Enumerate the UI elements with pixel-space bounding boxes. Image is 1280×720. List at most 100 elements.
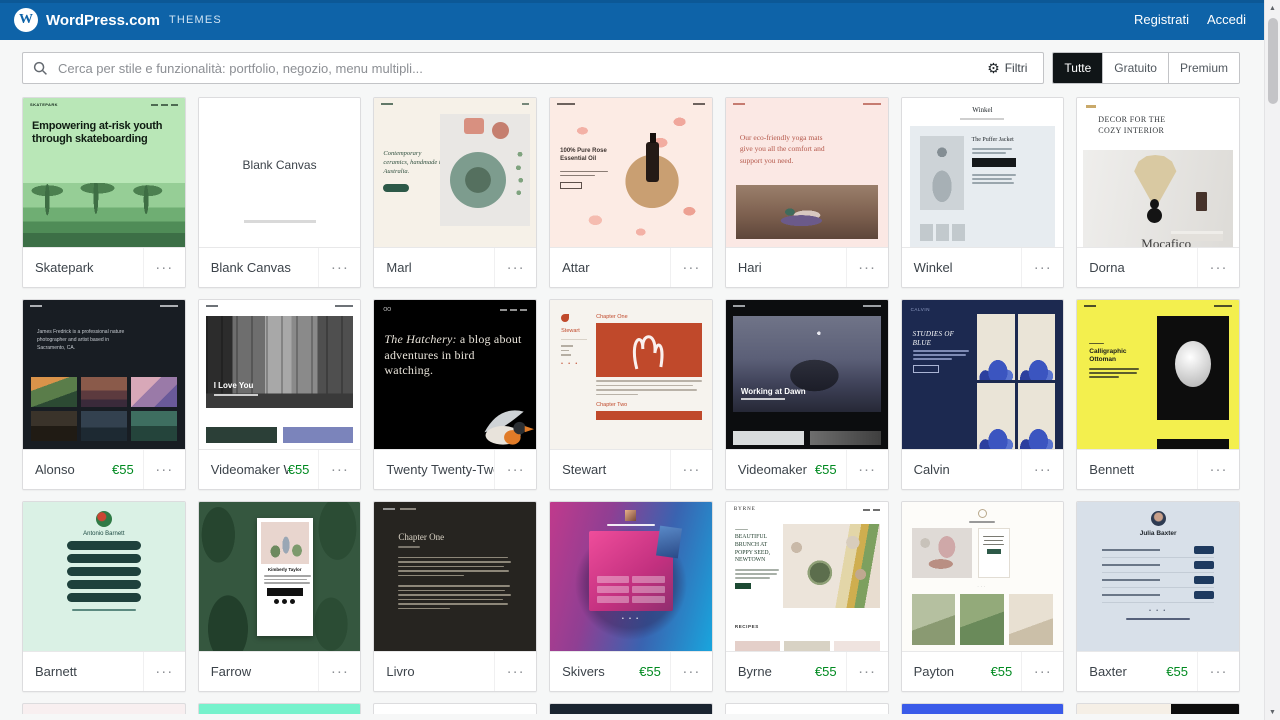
mh-bar [160, 305, 178, 307]
theme-card-footer: Baxter €55 ··· [1077, 652, 1239, 691]
theme-more-options-button[interactable]: ··· [670, 248, 712, 287]
theme-card-partial-6[interactable] [901, 703, 1065, 714]
theme-thumbnail-farrow[interactable]: Kimberly Taylor [199, 502, 361, 652]
i [597, 576, 630, 583]
theme-thumbnail-byrne[interactable]: BYRNE BEAUTIFUL BRUNCH AT POPPY SEED, NE… [726, 502, 888, 652]
theme-more-options-button[interactable]: ··· [846, 450, 888, 489]
theme-card-alonso: James Fredrick is a professional nature … [22, 299, 186, 490]
theme-thumbnail-videomaker[interactable]: Working at Dawn [726, 300, 888, 450]
tab-premium[interactable]: Premium [1168, 53, 1239, 83]
theme-thumbnail-attar[interactable]: 100% Pure Rose Essential Oil [550, 98, 712, 248]
link-row [1102, 573, 1214, 588]
theme-price: €55 [815, 664, 837, 679]
scroll-down-button[interactable]: ▼ [1265, 704, 1280, 720]
theme-thumbnail-skatepark[interactable]: SKATEPARK Empowering at-risk youth throu… [23, 98, 185, 248]
theme-card-footer: Payton €55 ··· [902, 652, 1064, 691]
yoga-photo-image [736, 185, 878, 239]
theme-thumbnail-videomaker-white[interactable]: I Love You [199, 300, 361, 450]
tab-all[interactable]: Tutte [1053, 53, 1102, 83]
theme-more-options-button[interactable]: ··· [1021, 450, 1063, 489]
search-input[interactable] [56, 60, 973, 77]
chapter-heading: Chapter One [596, 314, 702, 320]
theme-card-partial-4[interactable] [549, 703, 713, 714]
ln [596, 380, 702, 382]
theme-more-options-button[interactable]: ··· [846, 652, 888, 691]
profile-photo-image [261, 522, 309, 564]
theme-card-bennett: Calligraphic Ottoman Bennett ··· [1076, 299, 1240, 490]
masterbar-link-register[interactable]: Registrati [1134, 12, 1189, 27]
preview-brand: Stewart [561, 328, 587, 334]
theme-more-options-button[interactable]: ··· [494, 652, 536, 691]
theme-thumbnail-payton[interactable]: ··· [902, 502, 1064, 652]
theme-more-options-button[interactable]: ··· [1197, 450, 1239, 489]
preview-tagline: Contemporary ceramics, handmade in Austr… [383, 150, 445, 176]
theme-thumbnail-winkel[interactable]: Winkel The Puffer Jacket [902, 98, 1064, 248]
link-button [67, 567, 141, 576]
vw-sub [214, 394, 258, 396]
mh [199, 300, 361, 312]
theme-more-options-button[interactable]: ··· [318, 450, 360, 489]
profile-panel [589, 531, 673, 611]
scrollbar[interactable]: ▲ ▼ [1264, 0, 1280, 720]
theme-more-options-button[interactable]: ··· [143, 450, 185, 489]
i [952, 224, 965, 241]
wk-sub [960, 118, 1004, 120]
theme-card-partial-3[interactable] [373, 703, 537, 714]
theme-thumbnail-baxter[interactable]: Julia Baxter • • • [1077, 502, 1239, 652]
mh [550, 98, 712, 110]
theme-more-options-button[interactable]: ··· [1197, 652, 1239, 691]
theme-card-footer: Byrne €55 ··· [726, 652, 888, 691]
filters-button[interactable]: ⚙ Filtri [981, 60, 1033, 76]
partial-word: Mocafico [1141, 236, 1191, 247]
theme-thumbnail-marl[interactable]: Contemporary ceramics, handmade in Austr… [374, 98, 536, 248]
theme-card-partial-1[interactable] [22, 703, 186, 714]
theme-more-options-button[interactable]: ··· [494, 248, 536, 287]
mh-bar [733, 305, 745, 307]
theme-more-options-button[interactable]: ··· [1197, 248, 1239, 287]
scrollbar-thumb[interactable] [1268, 18, 1278, 104]
theme-more-options-button[interactable]: ··· [494, 450, 536, 489]
theme-thumbnail-blank-canvas[interactable]: Blank Canvas [199, 98, 361, 248]
theme-thumbnail-bennett[interactable]: Calligraphic Ottoman [1077, 300, 1239, 450]
scroll-up-button[interactable]: ▲ [1265, 0, 1280, 16]
themes-grid-next-row [0, 703, 1280, 714]
theme-more-options-button[interactable]: ··· [143, 248, 185, 287]
tab-free[interactable]: Gratuito [1102, 53, 1168, 83]
theme-card-footer: Alonso €55 ··· [23, 450, 185, 489]
model-photo-image [920, 136, 964, 210]
theme-thumbnail-alonso[interactable]: James Fredrick is a professional nature … [23, 300, 185, 450]
masterbar-link-login[interactable]: Accedi [1207, 12, 1246, 27]
theme-more-options-button[interactable]: ··· [318, 652, 360, 691]
link-button [67, 554, 141, 563]
theme-thumbnail-stewart[interactable]: Stewart • • • Chapter One Chapter Two [550, 300, 712, 450]
theme-card-winkel: Winkel The Puffer Jacket Winkel ··· [901, 97, 1065, 288]
theme-price: €55 [815, 462, 837, 477]
i [151, 104, 158, 106]
theme-thumbnail-hari[interactable]: Our eco-friendly yoga mats give you all … [726, 98, 888, 248]
ln [969, 521, 995, 523]
ln [398, 590, 505, 592]
theme-more-options-button[interactable]: ··· [1021, 652, 1063, 691]
theme-more-options-button[interactable]: ··· [670, 652, 712, 691]
theme-card-partial-7[interactable] [1076, 703, 1240, 714]
theme-more-options-button[interactable]: ··· [143, 652, 185, 691]
theme-thumbnail-barnett[interactable]: Antonio Barnett [23, 502, 185, 652]
theme-thumbnail-dorna[interactable]: DECOR FOR THE COZY INTERIOR Mocafico [1077, 98, 1239, 248]
theme-more-options-button[interactable]: ··· [318, 248, 360, 287]
theme-more-options-button[interactable]: ··· [846, 248, 888, 287]
theme-more-options-button[interactable]: ··· [1021, 248, 1063, 287]
theme-card-footer: Barnett ··· [23, 652, 185, 691]
theme-thumbnail-calvin[interactable]: CALVIN STUDIES OF BLUE [902, 300, 1064, 450]
i [977, 314, 1015, 380]
preview-heading: STUDIES OF BLUE [913, 330, 969, 348]
mh-bar [863, 305, 881, 307]
theme-card-partial-2[interactable] [198, 703, 362, 714]
theme-thumbnail-livro[interactable]: Chapter One [374, 502, 536, 652]
brand-title[interactable]: WordPress.com [46, 12, 160, 29]
theme-card-partial-5[interactable] [725, 703, 889, 714]
theme-more-options-button[interactable]: ··· [670, 450, 712, 489]
theme-thumbnail-skivers[interactable]: • • • [550, 502, 712, 652]
ln [607, 524, 656, 526]
theme-thumbnail-twenty-twenty-two[interactable]: OO The Hatchery: a blog about adventures… [374, 300, 536, 450]
wordpress-logo-icon[interactable]: W [14, 8, 38, 32]
